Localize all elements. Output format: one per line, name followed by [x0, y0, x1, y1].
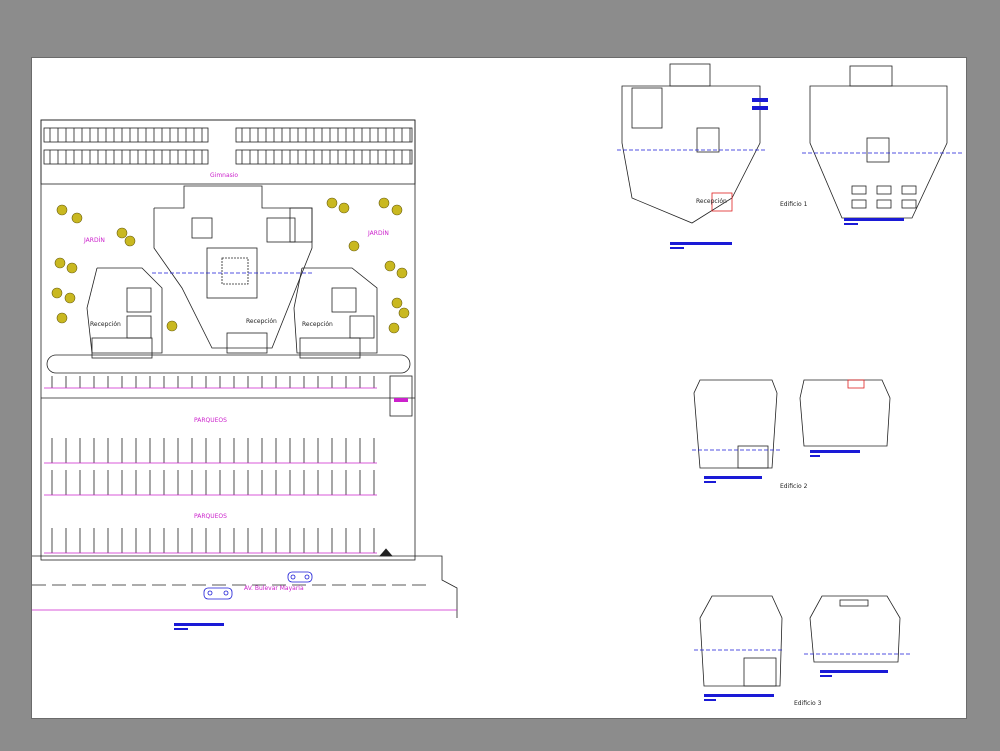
tree-icon: [54, 257, 66, 269]
car-icon: [287, 571, 313, 583]
tree-icon: [124, 235, 136, 247]
edificio-1-plan-a: [617, 63, 768, 224]
edificio-3-plan-a: [694, 595, 784, 687]
edificio-2-title-bars: [704, 450, 860, 483]
reception-left-label: Recepción: [90, 321, 121, 328]
tree-icon: [391, 297, 403, 309]
tree-icon: [66, 262, 78, 274]
edificio-1-reception-label: Recepción: [696, 198, 727, 205]
avenue-label: AV. Bulevar Mayaría: [244, 585, 304, 592]
tree-icon: [338, 202, 350, 214]
drawing-canvas: Gimnasio JARDÍN JARDÍN Recepción Recepci…: [32, 63, 962, 707]
edificio-2-plan-a: [692, 379, 780, 469]
tree-icon: [116, 227, 128, 239]
edificio-3-title-bars: [704, 670, 888, 701]
tree-icon: [391, 204, 403, 216]
tree-icon: [388, 322, 400, 334]
tree-icon: [398, 307, 410, 319]
reception-right-label: Recepción: [302, 321, 333, 328]
edificio-1-title-bars: [670, 218, 904, 249]
tree-icon: [384, 260, 396, 272]
tree-icon: [71, 212, 83, 224]
edificio-1-caption: Edificio 1: [780, 201, 808, 208]
garden-left-label: JARDÍN: [83, 237, 105, 244]
parking-upper-label: PARQUEOS: [194, 417, 227, 424]
tree-icon: [56, 204, 68, 216]
site-plan: [32, 119, 458, 618]
tree-icon: [166, 320, 178, 332]
vegetation: [51, 197, 410, 334]
parking-lower-label: PARQUEOS: [194, 513, 227, 520]
reception-center-label: Recepción: [246, 318, 277, 325]
tree-icon: [326, 197, 338, 209]
car-icon: [203, 587, 233, 600]
title-block-bars: [174, 623, 224, 630]
tree-icon: [56, 312, 68, 324]
edificio-1-plan-b: [802, 65, 962, 219]
tree-icon: [64, 292, 76, 304]
gym-label: Gimnasio: [210, 172, 238, 179]
tree-icon: [51, 287, 63, 299]
tree-icon: [348, 240, 360, 252]
tree-icon: [396, 267, 408, 279]
right-building: [293, 267, 378, 359]
edificio-2-plan-b: [799, 379, 891, 447]
edificio-3-caption: Edificio 3: [794, 700, 822, 707]
garden-right-label: JARDÍN: [367, 230, 389, 237]
drawing-sheet: Gimnasio JARDÍN JARDÍN Recepción Recepci…: [31, 57, 967, 719]
edificio-3-plan-b: [804, 595, 912, 663]
tree-icon: [378, 197, 390, 209]
left-building: [86, 267, 163, 359]
gym-strip: [43, 127, 413, 165]
edificio-2-caption: Edificio 2: [780, 483, 808, 490]
